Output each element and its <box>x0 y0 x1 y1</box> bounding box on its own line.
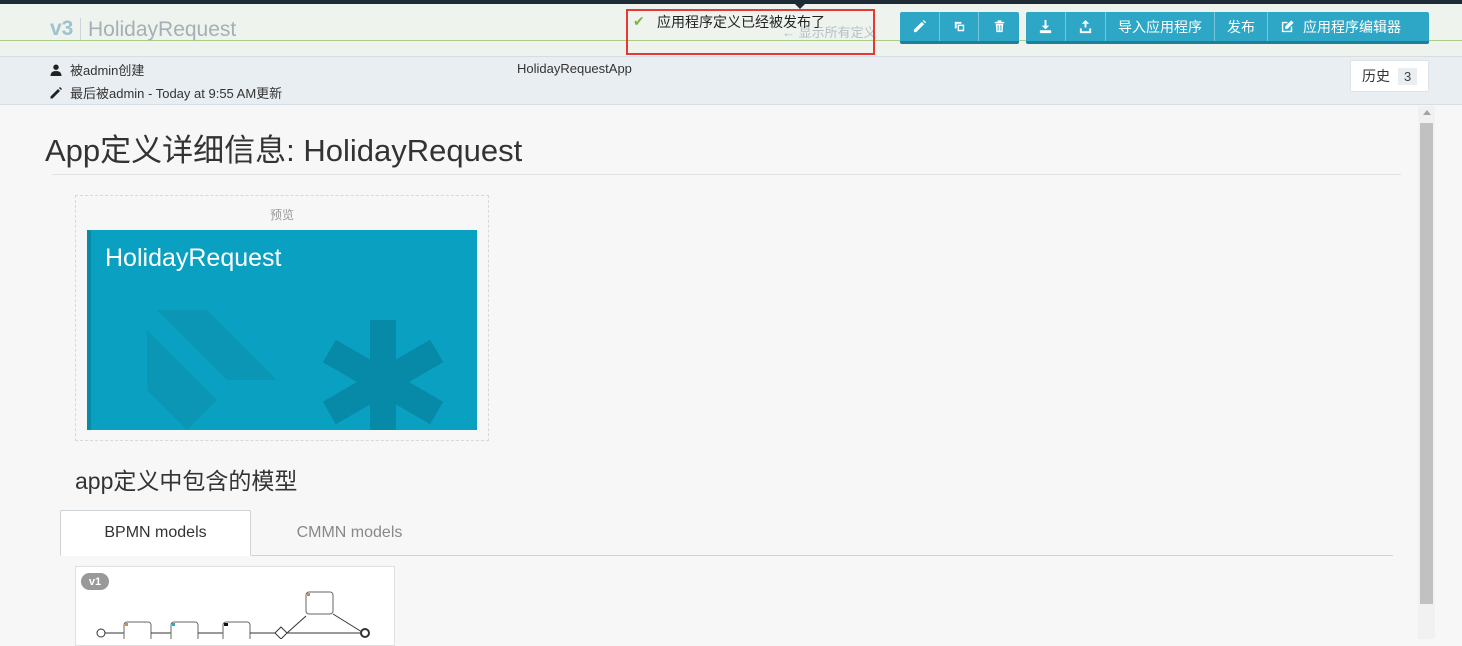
export-icon <box>1079 19 1092 34</box>
preview-label: 预览 <box>270 208 295 222</box>
app-editor-button[interactable]: 应用程序编辑器 <box>1268 12 1413 41</box>
app-key: HolidayRequestApp <box>517 61 632 76</box>
created-by-text: 被admin创建 <box>70 63 145 78</box>
bpmn-thumbnail <box>96 591 370 639</box>
asterisk-icon <box>147 310 444 430</box>
tile-app-name: HolidayRequest <box>105 244 282 272</box>
version-divider <box>80 18 81 40</box>
export-bar-button[interactable] <box>1066 12 1106 41</box>
app-tile[interactable]: HolidayRequest <box>87 230 477 430</box>
header-separator <box>0 56 1462 57</box>
title-divider <box>52 174 1401 175</box>
scroll-up-arrow-icon[interactable] <box>1423 110 1431 115</box>
history-count-badge: 3 <box>1398 67 1418 85</box>
publish-button[interactable]: 发布 <box>1215 12 1268 41</box>
edit-button-group <box>900 12 1019 44</box>
app-action-group: 导入应用程序 发布 应用程序编辑器 <box>1026 12 1429 44</box>
copy-icon <box>954 21 964 32</box>
import-app-button[interactable]: 导入应用程序 <box>1106 12 1215 41</box>
export-button[interactable] <box>1026 12 1066 41</box>
app-editor-label: 应用程序编辑器 <box>1303 18 1401 35</box>
trash-icon <box>994 20 1004 33</box>
toast-message: 应用程序定义已经被发布了 <box>657 14 825 30</box>
history-button[interactable]: 历史 3 <box>1350 60 1429 92</box>
check-icon: ✔ <box>633 13 645 29</box>
tab-bpmn-models[interactable]: BPMN models <box>60 510 251 556</box>
models-section-title: app定义中包含的模型 <box>75 468 298 494</box>
tile-stripe <box>87 230 91 430</box>
page-title: App定义详细信息: HolidayRequest <box>45 133 523 168</box>
scrollbar-thumb[interactable] <box>1420 123 1433 604</box>
app-version: v3 <box>50 17 74 40</box>
pencil-icon <box>50 86 62 98</box>
user-icon <box>50 64 62 76</box>
updated-by-line: 最后被admin - Today at 9:55 AM更新 <box>50 83 282 102</box>
created-by-line: 被admin创建 <box>50 60 144 79</box>
tab-cmmn-models[interactable]: CMMN models <box>251 510 448 556</box>
copy-button[interactable] <box>940 12 980 41</box>
edit-button[interactable] <box>900 12 940 41</box>
download-icon <box>1039 19 1052 34</box>
updated-by-text: 最后被admin - Today at 9:55 AM更新 <box>70 86 283 101</box>
history-label: 历史 <box>1362 68 1390 84</box>
delete-button[interactable] <box>979 12 1019 41</box>
pencil-icon <box>913 19 926 33</box>
edit-square-icon <box>1281 20 1294 33</box>
app-title: HolidayRequest <box>88 18 237 41</box>
